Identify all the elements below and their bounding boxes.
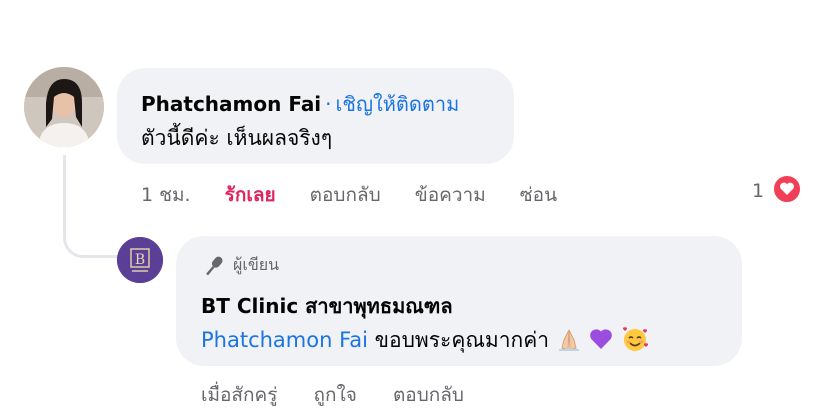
reply-button[interactable]: ตอบกลับ bbox=[310, 184, 381, 206]
like-button[interactable]: ถูกใจ bbox=[314, 384, 357, 406]
separator: · bbox=[325, 92, 332, 116]
comment-text: ตัวนี้ดีค่ะ เห็นผลจริงๆ bbox=[141, 126, 333, 150]
avatar[interactable] bbox=[24, 67, 104, 147]
svg-text:B: B bbox=[135, 252, 145, 268]
author-badge: ผู้เขียน bbox=[201, 253, 279, 278]
reply-actions: เมื่อสักครู่ ถูกใจ ตอบกลับ bbox=[201, 380, 494, 410]
comment-timestamp[interactable]: 1 ชม. bbox=[141, 184, 191, 206]
mention-link[interactable]: Phatchamon Fai bbox=[201, 328, 368, 352]
comment-actions: 1 ชม. รักเลย ตอบกลับ ข้อความ ซ่อน bbox=[141, 180, 585, 210]
smiling-face-with-hearts-icon bbox=[621, 325, 649, 358]
comment-author-line: Phatchamon Fai · เชิญให้ติดตาม bbox=[141, 88, 459, 120]
page-avatar[interactable]: B bbox=[117, 237, 163, 283]
reply-message: ขอบพระคุณมากค่า bbox=[367, 328, 550, 352]
heart-icon[interactable] bbox=[772, 174, 802, 204]
microphone-icon bbox=[206, 256, 223, 275]
reaction-count[interactable]: 1 bbox=[752, 180, 764, 202]
folded-hands-icon bbox=[556, 326, 582, 357]
love-button[interactable]: รักเลย bbox=[225, 184, 276, 206]
thread-connector bbox=[63, 155, 118, 258]
author-badge-label: ผู้เขียน bbox=[233, 255, 280, 274]
comment-author-name[interactable]: Phatchamon Fai bbox=[141, 92, 321, 116]
purple-heart-icon bbox=[588, 326, 614, 357]
hide-button[interactable]: ซ่อน bbox=[520, 184, 557, 206]
invite-follow-link[interactable]: เชิญให้ติดตาม bbox=[336, 92, 460, 116]
reply-timestamp[interactable]: เมื่อสักครู่ bbox=[201, 384, 277, 406]
reply-text: Phatchamon Fai ขอบพระคุณมากค่า bbox=[201, 324, 649, 358]
reply-author-name[interactable]: BT Clinic สาขาพุทธมณฑล bbox=[201, 290, 453, 322]
message-button[interactable]: ข้อความ bbox=[415, 184, 486, 206]
reply-button[interactable]: ตอบกลับ bbox=[393, 384, 464, 406]
